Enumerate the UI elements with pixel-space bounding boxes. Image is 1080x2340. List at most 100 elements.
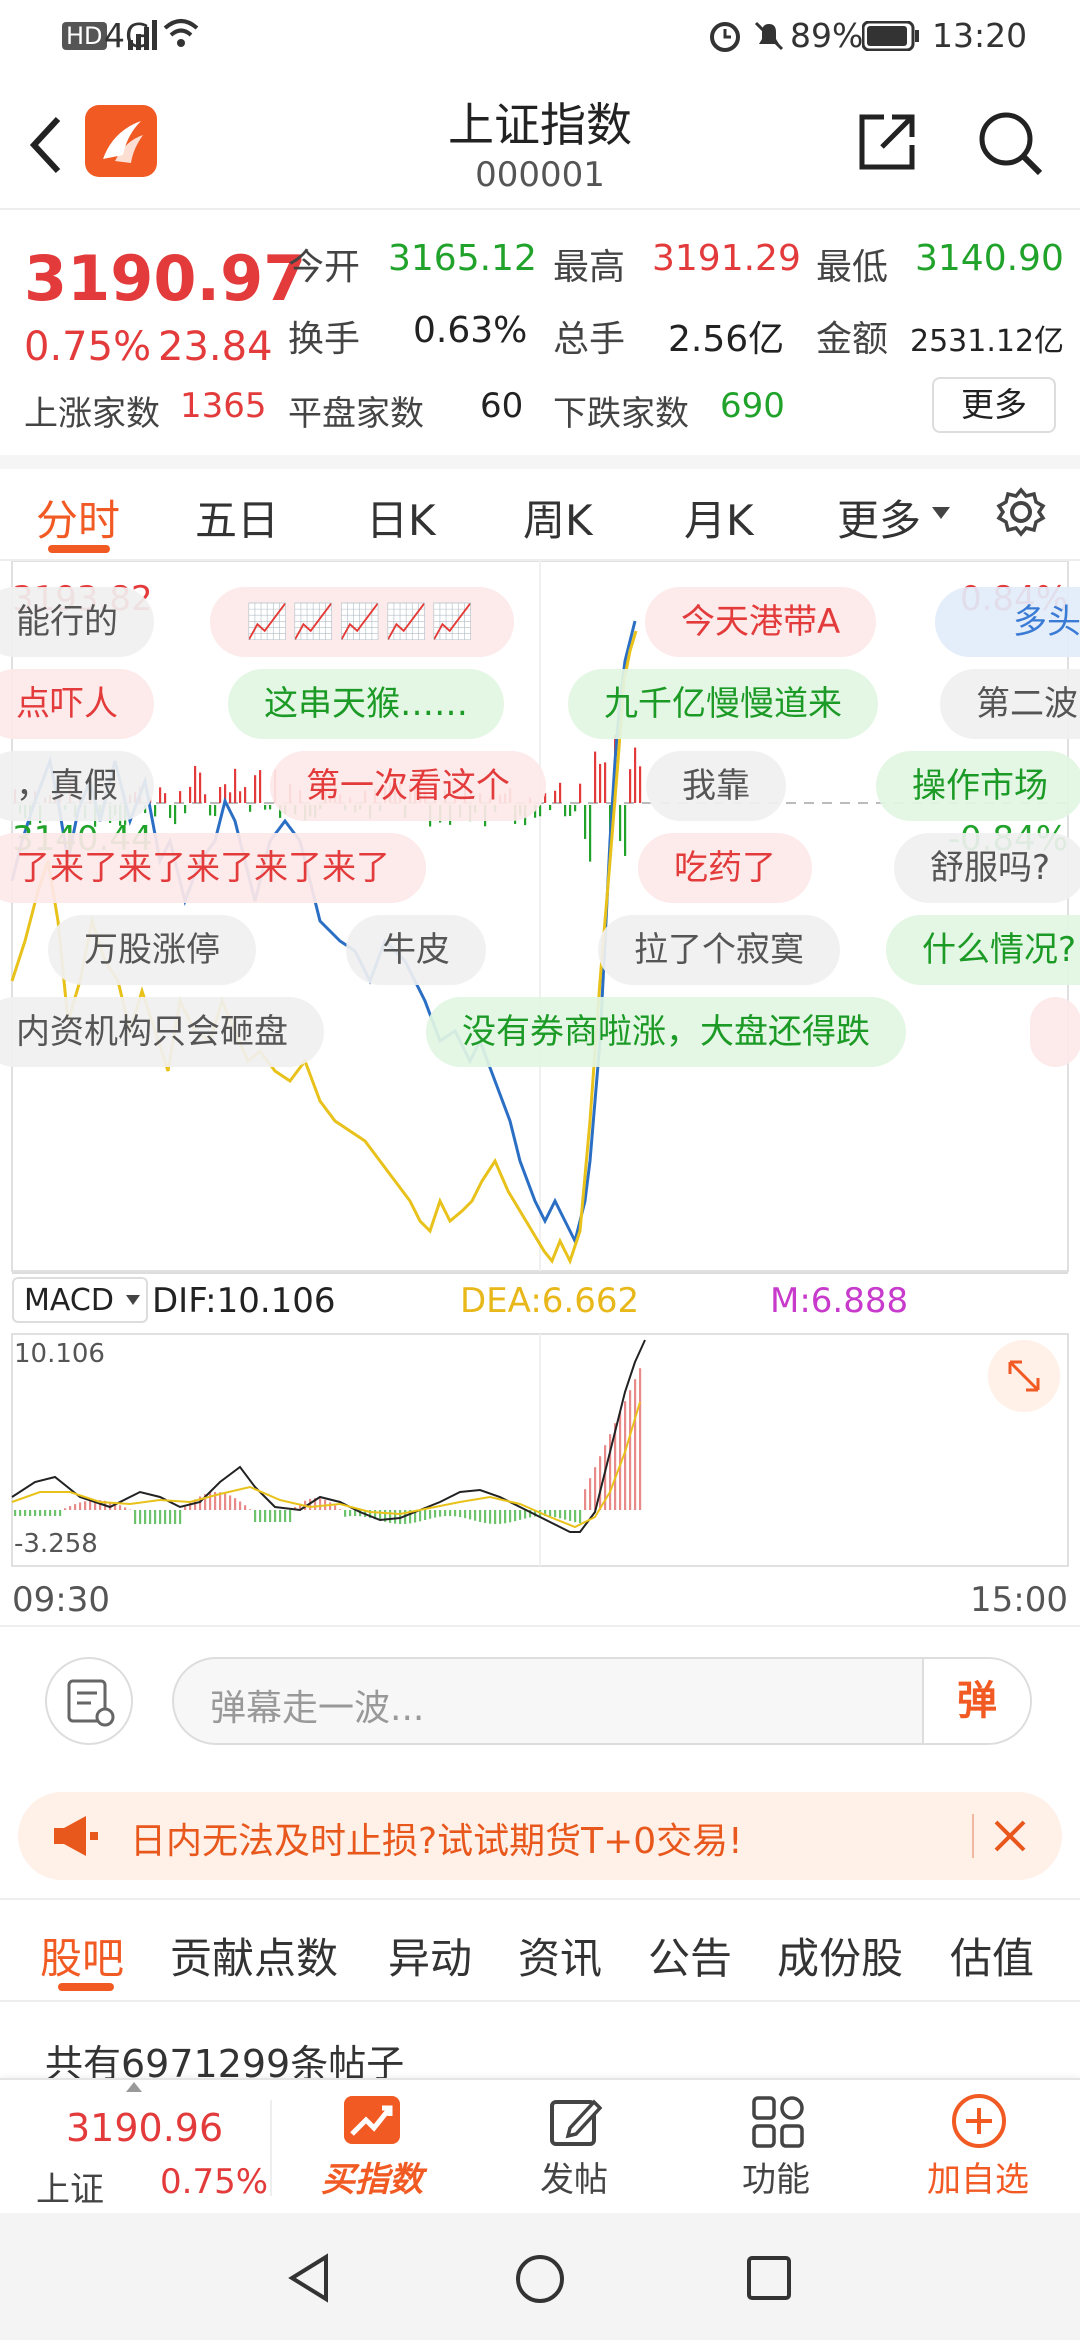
subtab-news[interactable]: 资讯 (518, 1925, 602, 1986)
amount-label: 金额 (816, 319, 889, 360)
nav-home-icon[interactable] (514, 2253, 566, 2305)
tab-monthly-k[interactable]: 月K (684, 487, 754, 548)
macd-bar (419, 1510, 422, 1522)
danmu-bubble: 第一次看这个 (270, 751, 546, 821)
danmu-bubble: 九千亿慢慢道来 (568, 669, 878, 739)
macd-bar (89, 1500, 92, 1510)
danmu-bubble: 第二波 (940, 669, 1080, 739)
danmu-bubble: 今天港带A (645, 587, 877, 657)
macd-bar (629, 1390, 632, 1510)
subtab-guba[interactable]: 股吧 (40, 1925, 124, 1986)
danmu-bubble: 牛皮 (346, 915, 486, 985)
subtab-contribution[interactable]: 贡献点数 (170, 1925, 338, 1986)
send-danmu-button[interactable]: 弹 (922, 1659, 1030, 1743)
volume-bar (574, 805, 577, 812)
danmu-bubble: ，真假 (0, 751, 154, 821)
quote-panel: 3190.97 0.75% 23.84 上涨家数 1365 今开 3165.12… (0, 210, 1080, 455)
turnover-label: 换手 (288, 319, 361, 360)
volume-bar (559, 782, 562, 803)
function-button[interactable]: 功能 (686, 2080, 866, 2215)
macd-bar (329, 1502, 332, 1510)
danmu-bubble: 没有券商啦涨，大盘还得跌 (426, 997, 906, 1067)
macd-bar (424, 1510, 427, 1521)
macd-bar (34, 1510, 37, 1516)
tab-daily-k[interactable]: 日K (366, 487, 436, 548)
volume-bar (194, 765, 197, 803)
macd-bar (504, 1510, 507, 1524)
volume-bar (219, 786, 222, 803)
intraday-chart[interactable]: 3193.82 0.84% 3140.44 -0.84% 能行的 📈📈📈📈📈 今… (0, 561, 1080, 1323)
tab-five-day[interactable]: 五日 (195, 487, 279, 548)
volume-bar (169, 805, 172, 818)
subtab-anomaly[interactable]: 异动 (388, 1925, 472, 1986)
nav-recents-icon[interactable] (746, 2255, 792, 2301)
dea-value: DEA:6.662 (460, 1281, 640, 1321)
macd-bar (24, 1510, 27, 1516)
macd-bar (14, 1510, 17, 1516)
share-icon[interactable] (856, 111, 918, 173)
stock-code: 000001 (475, 155, 605, 195)
more-button[interactable]: 更多 (932, 377, 1056, 433)
volume-bar (639, 766, 642, 803)
macd-bar (79, 1502, 82, 1510)
volume-bar (554, 790, 557, 803)
divider (0, 2000, 1080, 2002)
tab-weekly-k[interactable]: 周K (523, 487, 593, 548)
macd-bar (234, 1498, 237, 1510)
macd-bar (44, 1510, 47, 1516)
post-button[interactable]: 发帖 (484, 2080, 664, 2215)
danmu-settings-button[interactable] (45, 1657, 133, 1745)
macd-select[interactable]: MACD (12, 1277, 148, 1323)
header: 上证指数 000001 (0, 75, 1080, 210)
tab-more[interactable]: 更多 (837, 487, 921, 548)
macd-bar (69, 1506, 72, 1510)
macd-bar (349, 1510, 352, 1517)
search-icon[interactable] (974, 107, 1046, 179)
index-ticker[interactable]: 3190.96 上证 0.75% (0, 2080, 270, 2215)
danmu-input[interactable]: 弹幕走一波... 弹 (172, 1657, 1032, 1745)
nav-back-icon[interactable] (286, 2253, 332, 2303)
add-watchlist-button[interactable]: 加自选 (888, 2080, 1068, 2215)
ad-banner[interactable]: 日内无法及时止损?试试期货T+0交易! (18, 1792, 1062, 1880)
macd-bar (599, 1456, 602, 1510)
alarm-icon (710, 22, 740, 52)
close-icon[interactable] (990, 1816, 1030, 1856)
danmu-bubble: 能行的 (0, 587, 154, 657)
volume-bar (189, 786, 192, 803)
macd-bar (389, 1510, 392, 1523)
danmu-bubble: 拉了个寂寞 (598, 915, 840, 985)
settings-icon[interactable] (996, 487, 1046, 537)
macd-bar (559, 1510, 562, 1519)
macd-bar (229, 1495, 232, 1510)
macd-bar (19, 1510, 22, 1516)
macd-bar (164, 1510, 167, 1524)
volume-bar (264, 805, 267, 810)
macd-max: 10.106 (14, 1339, 105, 1369)
volume-bar (584, 805, 587, 839)
subtab-valuation[interactable]: 估值 (950, 1925, 1034, 1986)
danmu-bubble: 操作市场 (876, 751, 1080, 821)
system-nav-bar (0, 2213, 1080, 2340)
volume-bar (234, 768, 237, 803)
macd-bar (149, 1510, 152, 1524)
danmu-bubble-flag (1030, 997, 1080, 1067)
subtab-announcement[interactable]: 公告 (648, 1925, 732, 1986)
current-price: 3190.97 (24, 242, 307, 315)
macd-bar (344, 1510, 347, 1517)
volume-bar (179, 791, 182, 803)
caret-down-icon (932, 507, 950, 519)
function-label: 功能 (742, 2160, 810, 2200)
macd-min: -3.258 (14, 1529, 98, 1559)
volume-bar (594, 751, 597, 803)
buy-index-button[interactable]: 买指数 (282, 2080, 462, 2215)
danmu-bubble: 内资机构只会砸盘 (0, 997, 324, 1067)
macd-bar (394, 1510, 397, 1524)
subtab-constituents[interactable]: 成份股 (777, 1925, 903, 1986)
amount-value: 2531.12亿 (910, 324, 1065, 359)
active-tab-indicator (48, 545, 110, 553)
macd-bar (634, 1379, 637, 1510)
macd-bar (574, 1510, 577, 1523)
macd-bar (564, 1510, 567, 1520)
tab-intraday[interactable]: 分时 (36, 487, 120, 548)
macd-bar (74, 1504, 77, 1510)
